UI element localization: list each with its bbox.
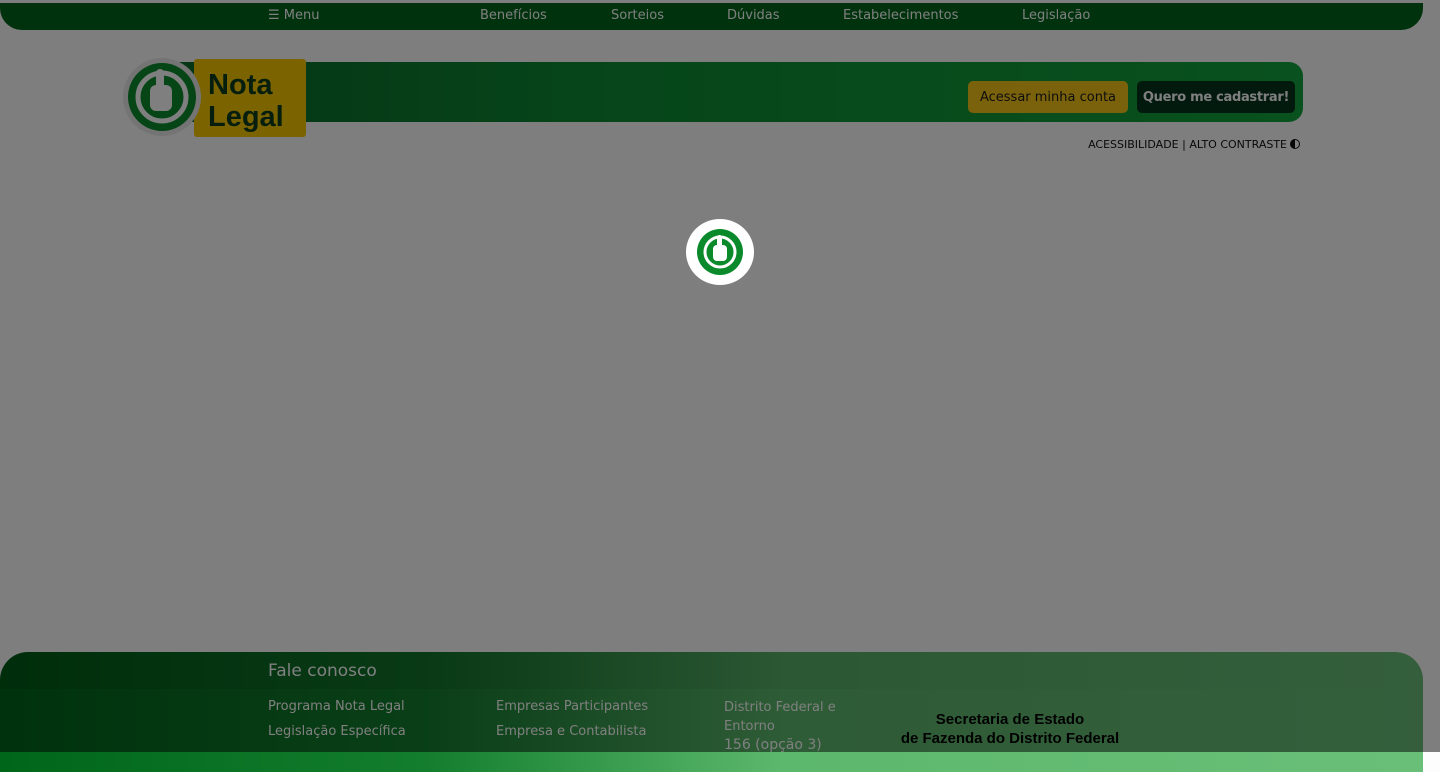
loading-spinner [686, 219, 754, 285]
thumbs-up-icon [697, 229, 743, 275]
loading-overlay [0, 0, 1440, 752]
